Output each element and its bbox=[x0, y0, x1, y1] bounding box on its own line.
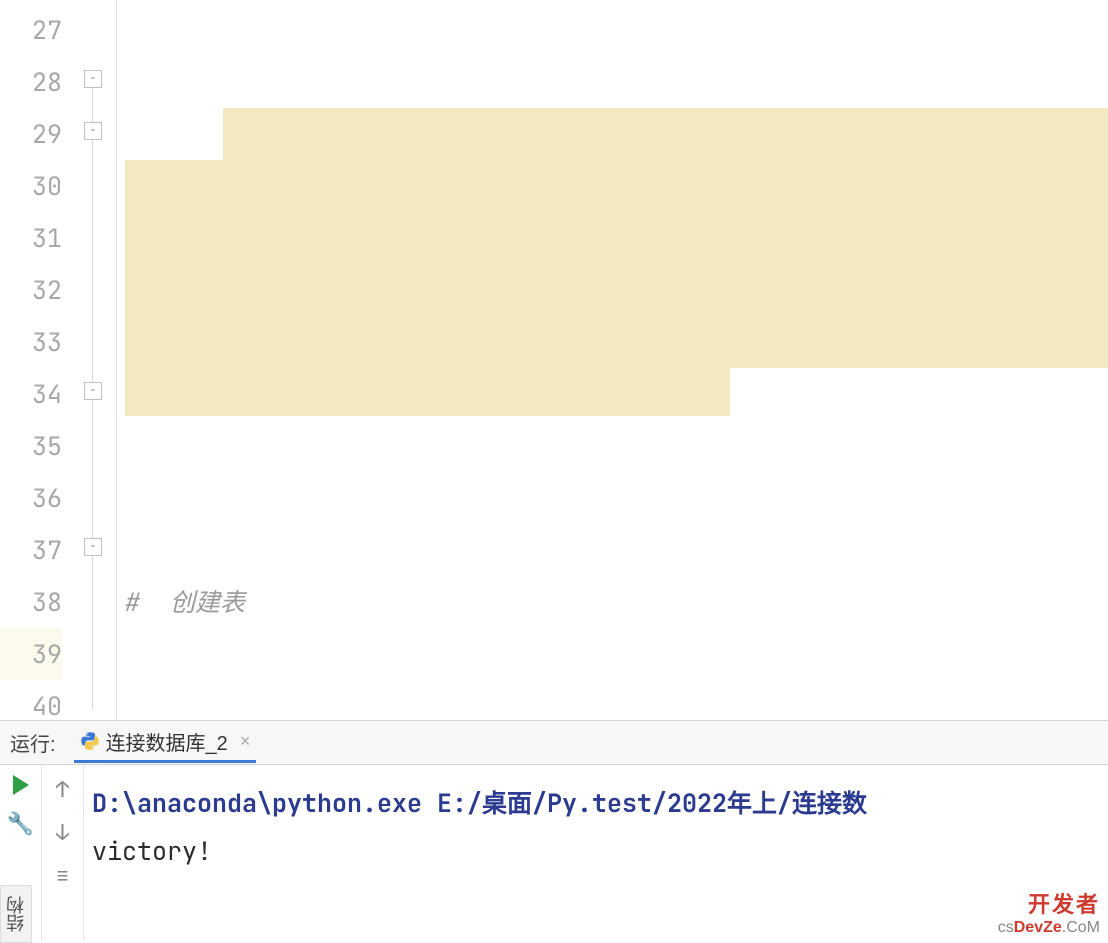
console-stdout: victory! bbox=[92, 834, 212, 868]
fold-marker-icon[interactable]: − bbox=[84, 70, 102, 88]
wrench-icon[interactable]: 🔧 bbox=[7, 809, 34, 838]
arrow-down-icon[interactable]: ↓ bbox=[56, 818, 69, 847]
code-editor[interactable]: # 创建表 sql="""CREATE TABLE test ( FIRST_ … bbox=[117, 0, 1108, 720]
run-tab[interactable]: 连接数据库_2 × bbox=[74, 723, 257, 763]
run-label: 运行: bbox=[10, 728, 56, 757]
play-icon[interactable] bbox=[13, 775, 29, 795]
code-line[interactable] bbox=[125, 368, 1108, 420]
close-icon[interactable]: × bbox=[240, 731, 251, 752]
line-number: 29 bbox=[0, 108, 62, 160]
line-number: 27 bbox=[0, 4, 62, 56]
watermark-line2: csDevZe.CoM bbox=[998, 919, 1100, 937]
line-number: 40 bbox=[0, 680, 62, 720]
console-command: D:\anaconda\python.exe E:/桌面/Py.test/202… bbox=[92, 786, 867, 820]
line-number: 37 bbox=[0, 524, 62, 576]
line-number: 28 bbox=[0, 56, 62, 108]
line-number-gutter: 27 28 29 30 31 32 33 34 35 36 37 38 39 4… bbox=[0, 0, 80, 720]
run-panel: 运行: 连接数据库_2 × 🔧 ↑ ↓ ≡ D:\anaconda\python… bbox=[0, 720, 1108, 940]
run-tab-label: 连接数据库_2 bbox=[106, 727, 228, 756]
editor-pane: 27 28 29 30 31 32 33 34 35 36 37 38 39 4… bbox=[0, 0, 1108, 720]
run-tabbar: 运行: 连接数据库_2 × bbox=[0, 721, 1108, 765]
line-number: 30 bbox=[0, 160, 62, 212]
line-number: 32 bbox=[0, 264, 62, 316]
line-number: 36 bbox=[0, 472, 62, 524]
code-line[interactable]: # 创建表 bbox=[125, 576, 1108, 628]
fold-marker-icon[interactable]: − bbox=[84, 538, 102, 556]
python-icon bbox=[80, 731, 100, 751]
soft-wrap-icon[interactable]: ≡ bbox=[56, 861, 69, 890]
fold-gutter: − − − − bbox=[80, 0, 116, 720]
line-number: 31 bbox=[0, 212, 62, 264]
watermark-line1: 开发者 bbox=[998, 887, 1100, 919]
line-number: 34 bbox=[0, 368, 62, 420]
line-number: 33 bbox=[0, 316, 62, 368]
line-number: 38 bbox=[0, 576, 62, 628]
structure-tool-window-tab[interactable]: 结构 bbox=[0, 885, 32, 943]
fold-marker-icon[interactable]: − bbox=[84, 382, 102, 400]
run-toolbar-secondary: ↑ ↓ ≡ bbox=[42, 765, 84, 940]
fold-marker-icon[interactable]: − bbox=[84, 122, 102, 140]
console-output[interactable]: D:\anaconda\python.exe E:/桌面/Py.test/202… bbox=[84, 765, 1108, 940]
line-number: 39 bbox=[0, 628, 62, 680]
line-number: 35 bbox=[0, 420, 62, 472]
watermark: 开发者 csDevZe.CoM bbox=[998, 887, 1100, 937]
arrow-up-icon[interactable]: ↑ bbox=[56, 775, 69, 804]
